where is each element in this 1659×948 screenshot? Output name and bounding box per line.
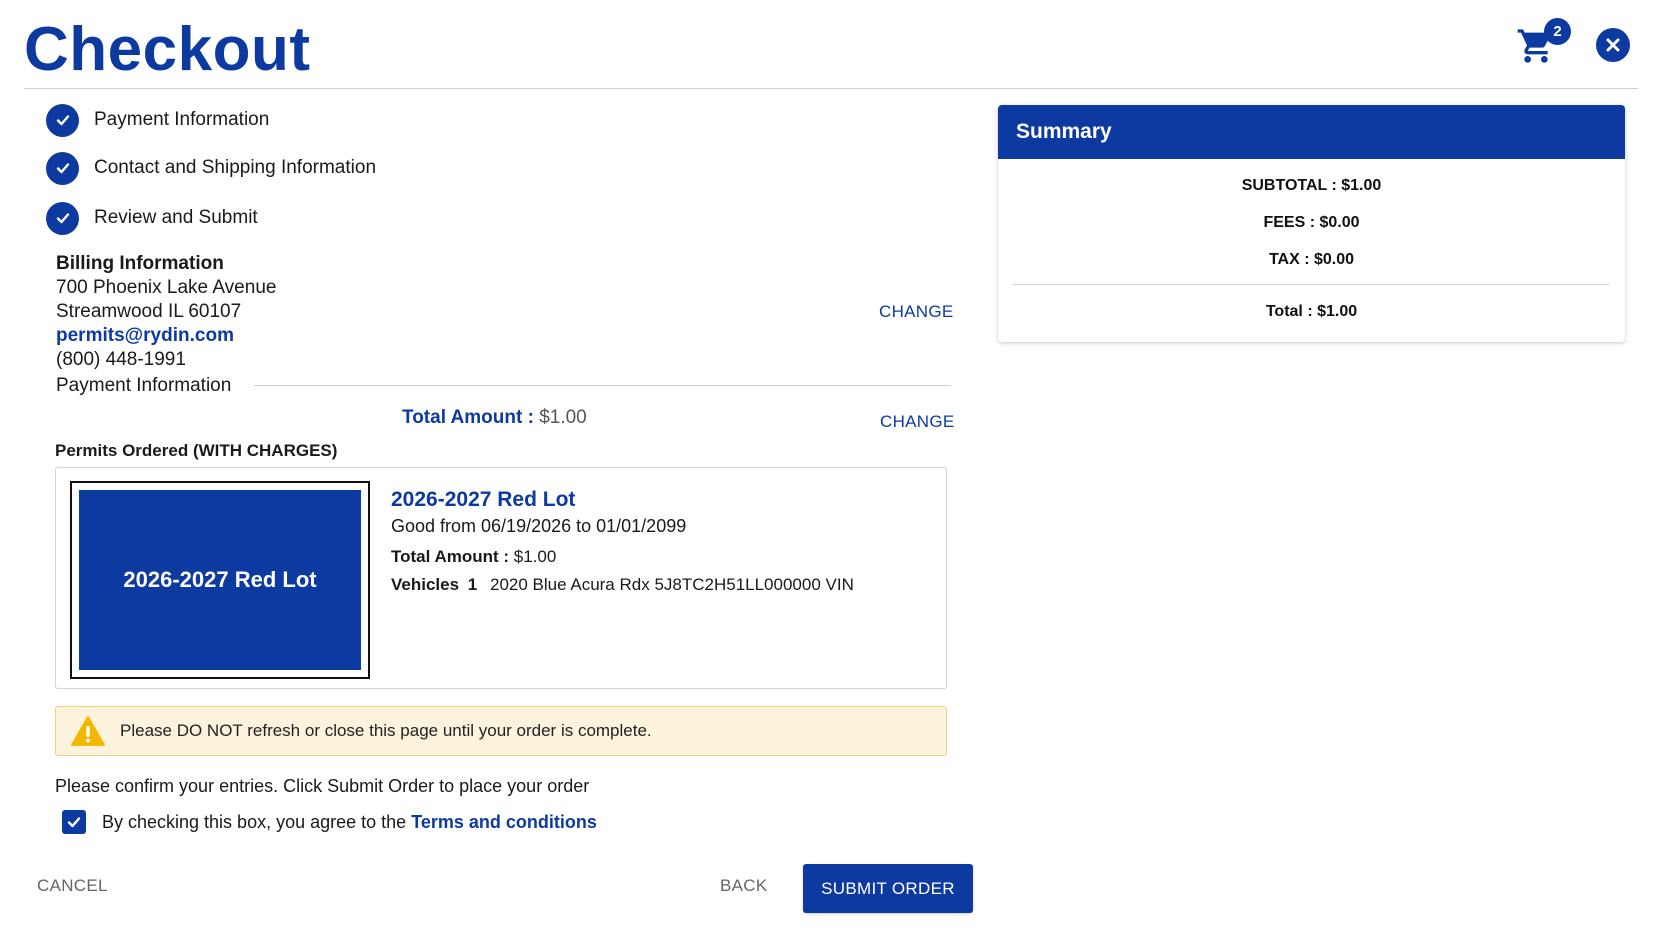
payment-total-value: $1.00 bbox=[539, 407, 587, 428]
billing-address-line2: Streamwood IL 60107 bbox=[56, 301, 242, 322]
check-circle-icon bbox=[46, 103, 79, 137]
close-icon bbox=[1606, 38, 1620, 52]
permit-image-label: 2026-2027 Red Lot bbox=[79, 490, 361, 670]
permit-vehicles-count: 1 bbox=[467, 575, 478, 594]
permit-total-amount: Total Amount : $1.00 bbox=[391, 547, 556, 567]
submit-order-button[interactable]: SUBMIT ORDER bbox=[803, 864, 973, 913]
step-label: Review and Submit bbox=[94, 207, 258, 228]
permit-vehicles: Vehicles 1 2020 Blue Acura Rdx 5J8TC2H51… bbox=[391, 575, 854, 595]
cart-button[interactable]: 2 bbox=[1516, 18, 1572, 66]
permit-total-label: Total Amount : bbox=[391, 547, 510, 566]
agree-text: By checking this box, you agree to the bbox=[102, 811, 407, 832]
permit-card: 2026-2027 Red Lot 2026-2027 Red Lot Good… bbox=[55, 467, 947, 689]
billing-email: permits@rydin.com bbox=[56, 325, 234, 346]
terms-link[interactable]: Terms and conditions bbox=[411, 812, 597, 833]
warning-banner: Please DO NOT refresh or close this page… bbox=[55, 706, 947, 756]
billing-heading: Billing Information bbox=[56, 253, 224, 274]
permit-vehicles-label: Vehicles bbox=[391, 575, 460, 594]
summary-title: Summary bbox=[998, 105, 1625, 159]
step-label: Contact and Shipping Information bbox=[94, 157, 377, 178]
payment-divider bbox=[254, 385, 951, 386]
page-title: Checkout bbox=[24, 15, 311, 84]
check-circle-icon bbox=[46, 151, 79, 185]
summary-fees: FEES : $0.00 bbox=[1263, 214, 1360, 231]
warning-icon bbox=[71, 716, 105, 746]
summary-total: Total : $1.00 bbox=[1265, 303, 1358, 320]
change-payment-link[interactable]: CHANGE bbox=[880, 412, 955, 432]
billing-phone: (800) 448-1991 bbox=[56, 349, 186, 370]
back-button[interactable]: BACK bbox=[720, 876, 768, 896]
summary-subtotal: SUBTOTAL : $1.00 bbox=[1241, 177, 1382, 194]
payment-total-amount: Total Amount : $1.00 bbox=[402, 407, 587, 429]
check-circle-icon bbox=[46, 201, 79, 235]
permit-title: 2026-2027 Red Lot bbox=[391, 488, 576, 511]
payment-total-label: Total Amount : bbox=[402, 407, 534, 428]
checkmark-icon bbox=[67, 817, 81, 828]
cart-count-badge: 2 bbox=[1544, 18, 1571, 45]
terms-checkbox[interactable] bbox=[62, 810, 86, 834]
permit-vehicle-desc: 2020 Blue Acura Rdx 5J8TC2H51LL000000 VI… bbox=[490, 575, 854, 594]
permits-heading: Permits Ordered (WITH CHARGES) bbox=[55, 441, 338, 460]
step-review-submit: Review and Submit bbox=[46, 201, 258, 235]
billing-information: Billing Information 700 Phoenix Lake Ave… bbox=[56, 252, 276, 372]
permit-valid-dates: Good from 06/19/2026 to 01/01/2099 bbox=[391, 516, 687, 536]
permit-image: 2026-2027 Red Lot bbox=[70, 481, 370, 679]
summary-tax: TAX : $0.00 bbox=[1268, 251, 1355, 268]
cancel-button[interactable]: CANCEL bbox=[37, 876, 108, 896]
step-label: Payment Information bbox=[94, 109, 270, 130]
header-divider bbox=[24, 88, 1638, 89]
billing-address-line1: 700 Phoenix Lake Avenue bbox=[56, 277, 277, 298]
step-payment-information: Payment Information bbox=[46, 103, 269, 137]
terms-agreement: By checking this box, you agree to the T… bbox=[62, 810, 597, 834]
confirm-instructions: Please confirm your entries. Click Submi… bbox=[55, 776, 590, 796]
summary-panel: Summary SUBTOTAL : $1.00 FEES : $0.00 TA… bbox=[998, 105, 1625, 342]
change-billing-link[interactable]: CHANGE bbox=[879, 302, 954, 322]
payment-heading: Payment Information bbox=[56, 375, 232, 396]
summary-divider bbox=[1013, 284, 1610, 285]
close-button[interactable] bbox=[1596, 28, 1630, 62]
warning-text: Please DO NOT refresh or close this page… bbox=[120, 721, 652, 740]
step-contact-shipping: Contact and Shipping Information bbox=[46, 151, 376, 185]
permit-total-value: $1.00 bbox=[513, 547, 557, 566]
